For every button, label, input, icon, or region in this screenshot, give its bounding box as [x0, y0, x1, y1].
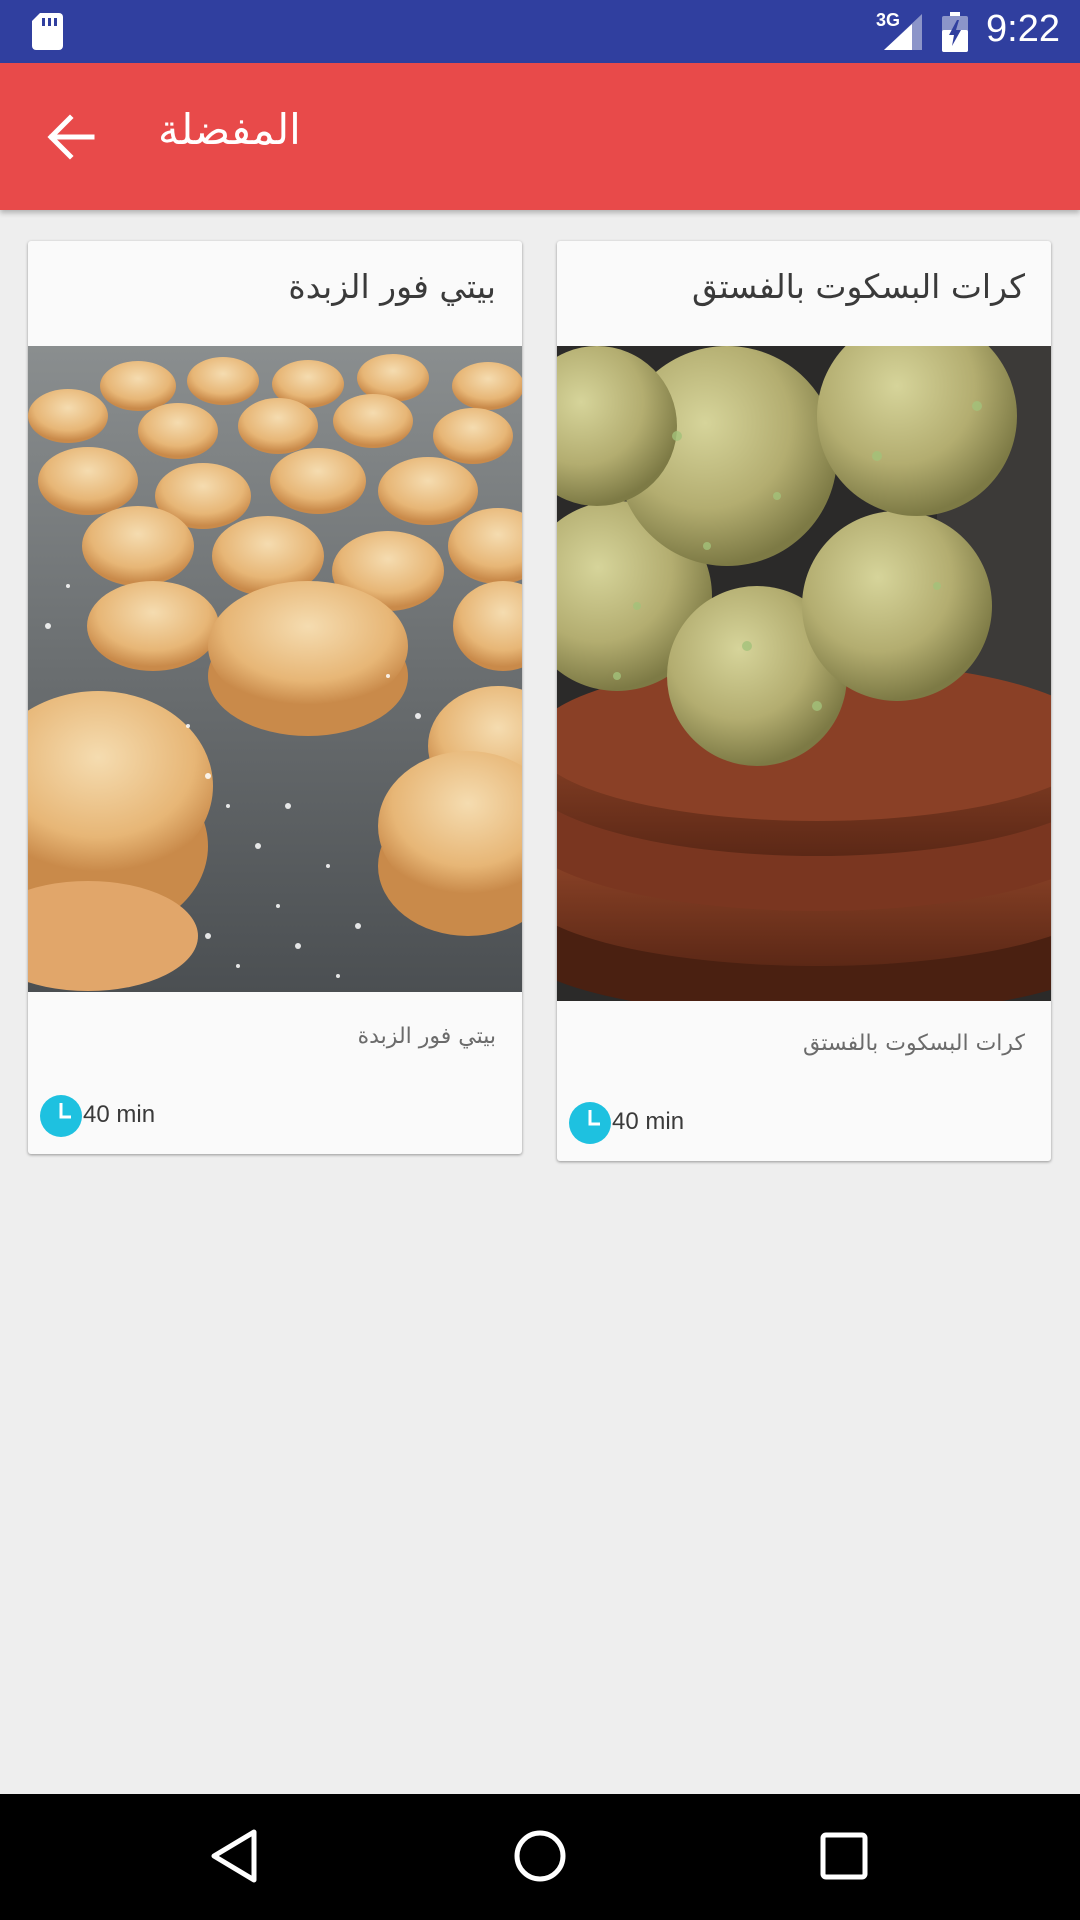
recipe-card[interactable]: كرات البسكوت بالفستق كرات البسكوت بالفست…: [557, 241, 1051, 1161]
recipe-subtitle: كرات البسكوت بالفستق: [803, 1031, 1025, 1056]
status-clock: 9:22: [986, 8, 1060, 50]
app-toolbar: المفضلة: [0, 63, 1080, 210]
sandwich-cookies-photo: [28, 346, 522, 992]
clock-icon: [569, 1102, 611, 1144]
page-title: المفضلة: [158, 105, 301, 154]
cooking-time: 40 min: [612, 1108, 685, 1135]
clock-icon: [40, 1095, 82, 1137]
battery-charging-icon: [942, 12, 968, 52]
status-bar: 3G 9:22: [0, 0, 1080, 63]
arrow-back-icon[interactable]: [38, 105, 102, 169]
recipe-title: بيتي فور الزبدة: [288, 267, 496, 306]
recipe-subtitle: بيتي فور الزبدة: [357, 1024, 496, 1049]
nav-recents-icon[interactable]: [814, 1826, 874, 1886]
pistachio-balls-photo: [557, 346, 1051, 1001]
navigation-bar: [0, 1794, 1080, 1920]
recipe-title: كرات البسكوت بالفستق: [692, 267, 1025, 306]
cooking-time: 40 min: [83, 1101, 156, 1128]
nav-home-icon[interactable]: [510, 1826, 570, 1886]
nav-back-icon[interactable]: [206, 1826, 266, 1886]
sd-card-icon: [32, 13, 63, 50]
signal-icon: [884, 14, 922, 50]
recipe-card[interactable]: بيتي فور الزبدة بيتي فور الزبدة 40 min: [28, 241, 522, 1154]
